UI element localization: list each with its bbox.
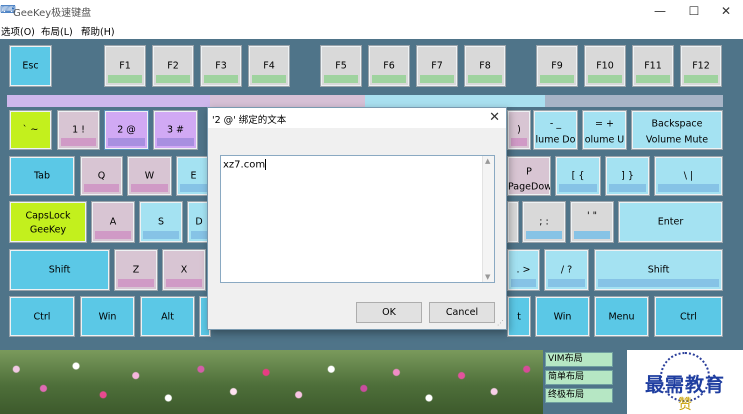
key-f10[interactable]: F10 [584, 45, 626, 87]
key-z[interactable]: Z [114, 249, 158, 291]
key-w[interactable]: W [127, 156, 172, 196]
key-ctrl-left[interactable]: Ctrl [9, 296, 75, 337]
key-f6[interactable]: F6 [368, 45, 410, 87]
bound-text-input[interactable]: xz7.com ▲ ▼ [220, 155, 495, 283]
key-backspace[interactable]: Backspace Volume Mute [631, 110, 723, 150]
layout-panel: VIM布局 简单布局 终极布局 [543, 350, 643, 414]
key-f5[interactable]: F5 [320, 45, 362, 87]
mode-strip-cyan [365, 95, 545, 107]
key-shift-right[interactable]: Shift [594, 249, 723, 291]
window-title: GeeKey极速键盘 [13, 8, 92, 19]
key-e[interactable]: E [176, 156, 211, 196]
scroll-up-icon[interactable]: ▲ [485, 157, 490, 165]
key-win-right[interactable]: Win [535, 296, 590, 337]
layout-simple-button[interactable]: 简单布局 [545, 370, 613, 385]
layout-ultimate-button[interactable]: 终极布局 [545, 388, 613, 403]
watermark-text: 最需教育 [644, 374, 725, 396]
key-f4[interactable]: F4 [248, 45, 290, 87]
resize-grip-icon[interactable]: ⋰ [497, 319, 504, 327]
layout-vim-button[interactable]: VIM布局 [545, 352, 613, 367]
mode-strip-gray [545, 95, 723, 107]
text-caret [265, 159, 267, 170]
key-f7[interactable]: F7 [416, 45, 458, 87]
key-f8[interactable]: F8 [464, 45, 506, 87]
dialog-close-button[interactable]: ✕ [489, 110, 500, 125]
key-f9[interactable]: F9 [536, 45, 578, 87]
bound-text-value: xz7.com [223, 159, 266, 171]
key-2[interactable]: 2 @ [104, 110, 149, 150]
key-esc[interactable]: Esc [9, 45, 52, 87]
key-q[interactable]: Q [80, 156, 123, 196]
key-win-left[interactable]: Win [80, 296, 135, 337]
dialog-title-bar: '2 @' 绑定的文本 ✕ [208, 108, 506, 128]
key-minus[interactable]: - _ lume Do [533, 110, 578, 150]
menu-options[interactable]: 选项(O) [1, 24, 35, 38]
key-alt-right[interactable]: t [507, 296, 531, 337]
key-shift-left[interactable]: Shift [9, 249, 110, 291]
key-l[interactable] [507, 201, 519, 243]
key-p[interactable]: PPageDown [507, 156, 551, 196]
textarea-scrollbar[interactable]: ▲ ▼ [482, 156, 494, 282]
maximize-button[interactable]: ☐ [677, 0, 711, 22]
watermark-badge: 赞 [678, 397, 692, 413]
menu-layout[interactable]: 布局(L) [41, 24, 73, 38]
key-alt-left[interactable]: Alt [140, 296, 195, 337]
key-3[interactable]: 3 # [153, 110, 198, 150]
key-a[interactable]: A [91, 201, 135, 243]
menu-bar: 选项(O) 布局(L) 帮助(H) [0, 22, 743, 39]
dialog-title: '2 @' 绑定的文本 [212, 115, 287, 126]
cancel-button[interactable]: Cancel [429, 302, 495, 323]
key-period[interactable]: . > [507, 249, 540, 291]
bind-text-dialog: '2 @' 绑定的文本 ✕ xz7.com ▲ ▼ OK Cancel ⋰ [207, 107, 507, 330]
close-button[interactable]: ✕ [709, 0, 743, 22]
key-right-bracket[interactable]: ] } [605, 156, 650, 196]
scroll-down-icon[interactable]: ▼ [485, 273, 490, 281]
key-1[interactable]: 1 ! [57, 110, 100, 150]
key-backslash[interactable]: \ | [654, 156, 723, 196]
key-left-bracket[interactable]: [ { [555, 156, 601, 196]
key-backtick[interactable]: ` ~ [9, 110, 52, 150]
key-capslock[interactable]: CapsLock GeeKey [9, 201, 87, 243]
ok-button[interactable]: OK [356, 302, 422, 323]
key-x[interactable]: X [162, 249, 206, 291]
key-quote[interactable]: ' " [570, 201, 614, 243]
key-f2[interactable]: F2 [152, 45, 194, 87]
menu-help[interactable]: 帮助(H) [81, 24, 115, 38]
key-s[interactable]: S [139, 201, 183, 243]
watermark: 最需教育 赞 [627, 350, 743, 414]
key-slash[interactable]: / ? [544, 249, 589, 291]
minimize-button[interactable]: — [643, 0, 677, 22]
key-semicolon[interactable]: ; : [522, 201, 566, 243]
key-f12[interactable]: F12 [680, 45, 722, 87]
key-menu[interactable]: Menu [594, 296, 649, 337]
key-f1[interactable]: F1 [104, 45, 146, 87]
mode-strip-violet [7, 95, 210, 107]
key-equals[interactable]: = + olume U [582, 110, 627, 150]
mode-strip-pink [210, 95, 365, 107]
banner-image [0, 350, 543, 414]
title-bar: ⌨ GeeKey极速键盘 — ☐ ✕ [0, 0, 743, 22]
key-tab[interactable]: Tab [9, 156, 75, 196]
key-0[interactable]: ) [507, 110, 531, 150]
key-f3[interactable]: F3 [200, 45, 242, 87]
key-ctrl-right[interactable]: Ctrl [654, 296, 723, 337]
key-enter[interactable]: Enter [618, 201, 723, 243]
key-f11[interactable]: F11 [632, 45, 674, 87]
